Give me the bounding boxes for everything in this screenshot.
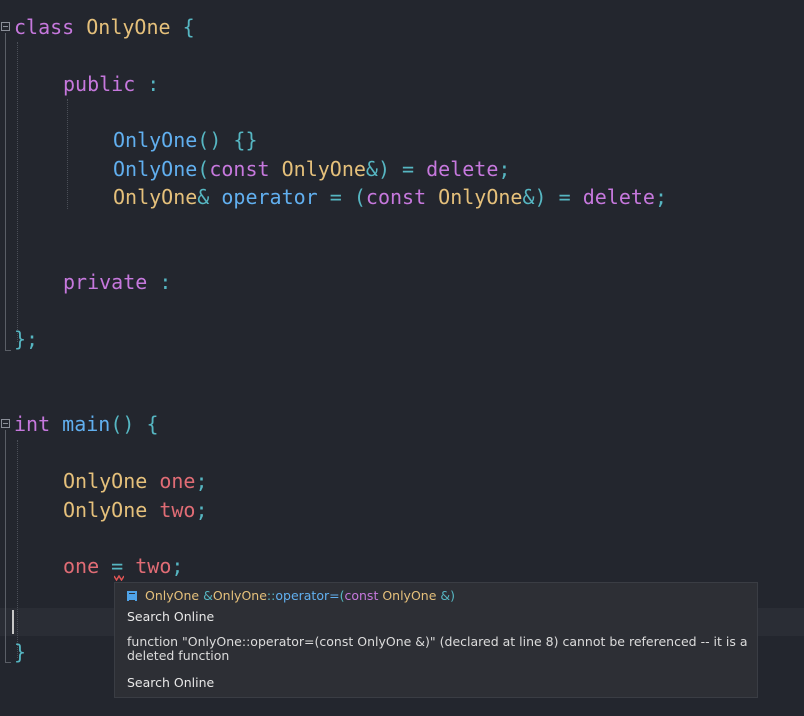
sig-keyword: const [344,588,379,603]
error-tooltip[interactable]: OnlyOne &OnlyOne::operator=(const OnlyOn… [114,582,758,698]
brace: { [182,15,195,39]
code-line-12: } [14,638,26,666]
error-message: function "OnlyOne::operator=(const OnlyO… [127,634,748,663]
type-name: OnlyOne [438,185,523,209]
code-line-2: public : [63,70,159,98]
constructor-name: OnlyOne [113,157,198,181]
scope-guide-end [5,350,11,351]
punctuation: & [197,185,210,209]
access-specifier: public [63,72,136,96]
operator: = [558,185,571,209]
semicolon: ; [498,157,511,181]
code-line-9: OnlyOne one; [63,467,208,495]
keyword: const [365,185,427,209]
indent-guide [17,42,18,342]
search-online-link[interactable]: Search Online [127,675,214,690]
class-name: OnlyOne [86,15,171,39]
sig-return-type: OnlyOne [145,588,200,603]
semicolon: ; [195,498,208,522]
keyword: const [209,157,270,181]
closing-brace: }; [14,327,39,351]
scope-guide-end [5,662,11,663]
keyword: delete [582,185,655,209]
punctuation: () {} [197,128,258,152]
fold-toggle-icon[interactable] [1,22,10,31]
sig-close: &) [440,588,456,603]
closing-brace: } [14,640,27,664]
code-line-7: }; [14,325,38,353]
variable: one [159,469,196,493]
keyword: class [14,15,75,39]
code-line-10: OnlyOne two; [63,496,208,524]
indent-guide [67,99,68,209]
search-online-link[interactable]: Search Online [127,609,214,624]
variable: two [159,498,196,522]
function-name: main [62,412,111,436]
code-line-5: OnlyOne& operator = (const OnlyOne&) = d… [113,183,667,211]
tooltip-signature: OnlyOne &OnlyOne::operator=(const OnlyOn… [127,588,455,603]
sig-amp: & [203,588,213,603]
variable: two [135,554,172,578]
semicolon: ; [195,469,208,493]
sig-scope: OnlyOne [212,588,267,603]
keyword: int [14,412,51,436]
operator: = [329,185,342,209]
colon: : [159,270,172,294]
constructor-name: OnlyOne [113,128,198,152]
code-line-4: OnlyOne(const OnlyOne&) = delete; [113,155,510,183]
code-line-1: class OnlyOne { [14,13,195,41]
code-line-6: private : [63,268,171,296]
fold-toggle-icon[interactable] [1,419,10,428]
punctuation: ( [197,157,210,181]
brace: { [146,412,159,436]
access-specifier: private [63,270,148,294]
method-icon [127,591,137,601]
semicolon: ; [171,554,184,578]
error-squiggle [114,575,124,581]
semicolon: ; [654,185,667,209]
variable: one [63,554,100,578]
operator: = [402,157,415,181]
type-name: OnlyOne [63,469,148,493]
code-line-8: int main() { [14,410,159,438]
punctuation: &) [365,157,390,181]
punctuation: () [110,412,135,436]
punctuation: ( [353,185,366,209]
code-line-3: OnlyOne() {} [113,126,258,154]
keyword: delete [426,157,499,181]
type-name: OnlyOne [113,185,198,209]
sig-param-type: OnlyOne [382,588,437,603]
scope-guide [5,33,6,351]
operator-keyword: operator [221,185,318,209]
scope-guide [5,430,6,663]
text-caret [12,610,14,634]
type-name: OnlyOne [281,157,366,181]
sig-function: operator= [275,588,340,603]
type-name: OnlyOne [63,498,148,522]
punctuation: &) [522,185,547,209]
indent-guide [17,440,18,658]
colon: : [147,72,160,96]
